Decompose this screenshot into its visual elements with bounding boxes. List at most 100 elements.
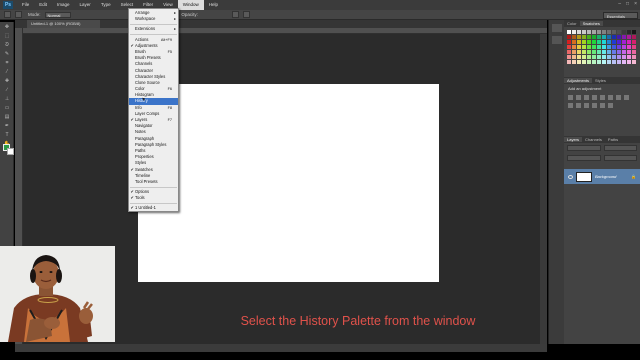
color-swatch[interactable] — [567, 50, 571, 54]
color-swatch[interactable] — [572, 45, 576, 49]
invert-icon[interactable] — [584, 103, 589, 108]
type-tool-icon[interactable]: T — [2, 131, 12, 139]
levels-icon[interactable] — [576, 95, 581, 100]
color-swatch[interactable] — [622, 40, 626, 44]
color-swatch[interactable] — [567, 45, 571, 49]
color-swatch[interactable] — [607, 30, 611, 34]
color-swatch[interactable] — [632, 50, 636, 54]
color-swatch[interactable] — [627, 30, 631, 34]
color-swatch[interactable] — [577, 30, 581, 34]
color-swatch[interactable] — [582, 30, 586, 34]
color-swatch[interactable] — [587, 60, 591, 64]
lasso-tool-icon[interactable]: ᘐ — [2, 41, 12, 49]
tab-layers[interactable]: Layers — [564, 137, 583, 142]
color-swatch[interactable] — [577, 45, 581, 49]
tab-color[interactable]: Color — [564, 21, 580, 26]
document-tab[interactable]: Untitled-1 @ 100% (RGB/8) — [27, 20, 101, 28]
color-swatch[interactable] — [612, 40, 616, 44]
color-swatch[interactable] — [587, 40, 591, 44]
color-swatch[interactable] — [567, 30, 571, 34]
color-swatch[interactable] — [597, 45, 601, 49]
color-swatch[interactable] — [612, 60, 616, 64]
pressure-icon[interactable] — [242, 11, 250, 18]
workspace-dropdown[interactable]: Essentials — [602, 11, 638, 19]
color-swatch[interactable] — [572, 50, 576, 54]
blend-mode-dropdown[interactable] — [603, 145, 637, 151]
posterize-icon[interactable] — [592, 103, 597, 108]
color-swatch[interactable] — [627, 55, 631, 59]
color-swatch[interactable] — [632, 60, 636, 64]
airbrush-icon[interactable] — [231, 11, 239, 18]
color-balance-icon[interactable] — [616, 95, 621, 100]
color-swatch[interactable] — [632, 30, 636, 34]
properties-panel-icon[interactable] — [551, 36, 562, 44]
color-swatch[interactable] — [577, 55, 581, 59]
menu-type[interactable]: Type — [96, 0, 116, 10]
healing-tool-icon[interactable]: ✚ — [2, 77, 12, 85]
eraser-tool-icon[interactable]: ▭ — [2, 104, 12, 112]
color-swatch[interactable] — [602, 30, 606, 34]
color-swatch[interactable] — [597, 40, 601, 44]
color-swatch[interactable] — [597, 50, 601, 54]
lock-options[interactable] — [567, 155, 601, 161]
color-swatch[interactable] — [582, 40, 586, 44]
color-swatch[interactable] — [582, 35, 586, 39]
color-swatch[interactable] — [622, 55, 626, 59]
color-swatch[interactable] — [622, 45, 626, 49]
crop-tool-icon[interactable]: ⌗ — [2, 59, 12, 67]
quick-select-tool-icon[interactable]: ✎ — [2, 50, 12, 58]
color-swatch[interactable] — [617, 60, 621, 64]
color-swatch[interactable] — [587, 55, 591, 59]
color-swatch[interactable] — [587, 35, 591, 39]
menu-file[interactable]: File — [17, 0, 34, 10]
stamp-tool-icon[interactable]: ⊥ — [2, 95, 12, 103]
color-swatch[interactable] — [607, 50, 611, 54]
color-swatch[interactable] — [617, 50, 621, 54]
menu-item-workspace[interactable]: Workspace ▸ — [129, 16, 178, 22]
close-icon[interactable]: × — [634, 1, 637, 7]
color-swatch[interactable] — [597, 55, 601, 59]
color-swatch[interactable] — [602, 45, 606, 49]
color-swatch[interactable] — [567, 35, 571, 39]
color-swatch[interactable] — [602, 60, 606, 64]
color-swatch[interactable] — [572, 55, 576, 59]
color-swatch[interactable] — [592, 50, 596, 54]
color-swatch[interactable] — [577, 60, 581, 64]
color-swatch[interactable] — [592, 35, 596, 39]
exposure-icon[interactable] — [592, 95, 597, 100]
vibrance-icon[interactable] — [600, 95, 605, 100]
color-swatch[interactable] — [607, 40, 611, 44]
color-swatch[interactable] — [567, 40, 571, 44]
minimize-icon[interactable]: – — [618, 1, 621, 7]
tool-preset-icon[interactable] — [4, 11, 11, 18]
mode-dropdown[interactable]: Normal — [44, 11, 72, 18]
background-color-swatch[interactable] — [7, 148, 14, 155]
color-swatch[interactable] — [597, 30, 601, 34]
color-swatch[interactable] — [607, 60, 611, 64]
color-swatch[interactable] — [582, 45, 586, 49]
color-swatch[interactable] — [592, 45, 596, 49]
color-swatch[interactable] — [582, 60, 586, 64]
color-swatch[interactable] — [572, 30, 576, 34]
menu-item-tool-presets[interactable]: Tool Presets — [129, 179, 178, 185]
color-swatch[interactable] — [587, 50, 591, 54]
color-swatch[interactable] — [632, 35, 636, 39]
menu-item-1-untitled-1[interactable]: ✔ 1 Untitled-1 — [129, 205, 178, 211]
color-swatch[interactable] — [582, 55, 586, 59]
color-swatch[interactable] — [577, 35, 581, 39]
color-swatch[interactable] — [622, 50, 626, 54]
color-swatch[interactable] — [602, 40, 606, 44]
marquee-tool-icon[interactable]: ⬚ — [2, 32, 12, 40]
menu-edit[interactable]: Edit — [34, 0, 52, 10]
color-swatch[interactable] — [577, 50, 581, 54]
tab-styles[interactable]: Styles — [592, 78, 609, 83]
color-swatch[interactable] — [627, 45, 631, 49]
color-swatch[interactable] — [602, 50, 606, 54]
color-swatch[interactable] — [632, 40, 636, 44]
document-canvas[interactable] — [138, 84, 439, 282]
gradient-map-icon[interactable] — [608, 103, 613, 108]
menu-item-tools[interactable]: ✔ Tools — [129, 195, 178, 201]
move-tool-icon[interactable]: ✥ — [2, 23, 12, 31]
tab-paths[interactable]: Paths — [605, 137, 621, 142]
black-white-icon[interactable] — [624, 95, 629, 100]
